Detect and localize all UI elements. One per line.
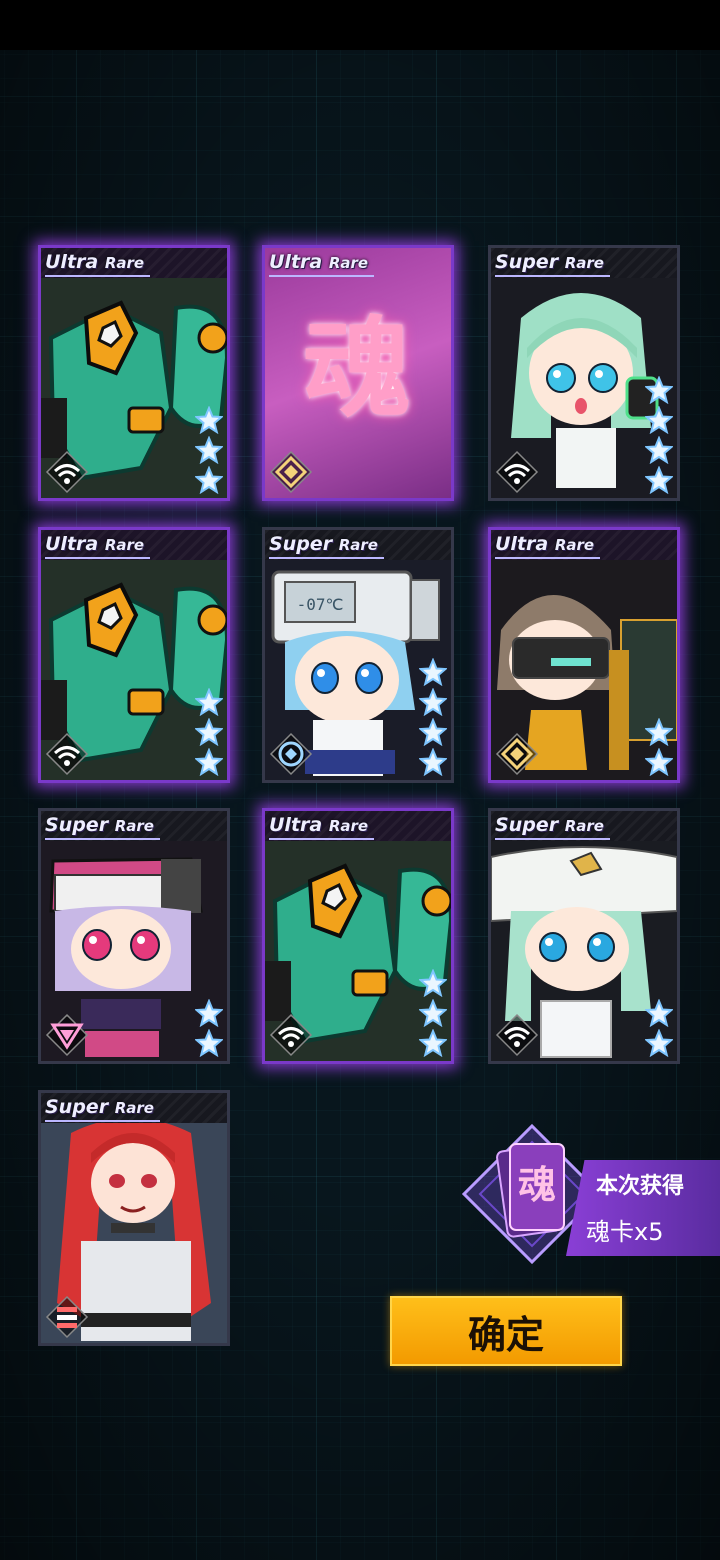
star-icon [195,748,223,776]
rarity-label: Super Rare [269,532,384,559]
star-icon [419,1029,447,1057]
character-card[interactable]: 魂 Ultra Rare [262,245,454,501]
status-bar [0,0,720,50]
star-icon [419,718,447,746]
triangle-icon [45,1013,89,1057]
character-card[interactable]: Ultra Rare [488,527,680,783]
star-rating [195,688,223,776]
character-card[interactable]: -07℃ Super Rare [262,527,454,783]
star-icon [645,406,673,434]
star-rating [645,999,673,1057]
reward-detail: 魂卡x5 [586,1218,664,1246]
star-icon [419,658,447,686]
star-icon [419,969,447,997]
character-card[interactable]: Super Rare [488,808,680,1064]
wifi-icon [45,450,89,494]
rarity-suffix: Rare [328,817,369,835]
rarity-suffix: Rare [564,254,604,272]
wifi-icon [269,1013,313,1057]
rarity-suffix: Rare [114,1099,154,1117]
confirm-button[interactable]: 确定 [390,1296,622,1366]
rarity-suffix: Rare [328,254,369,272]
wifi-icon [45,732,89,776]
rarity-suffix: Rare [564,817,604,835]
flag-icon [45,1295,89,1339]
rarity-word: Ultra [45,251,99,273]
rarity-word: Super [45,1096,109,1118]
reward-title: 本次获得 [596,1174,685,1199]
rarity-suffix: Rare [114,817,154,835]
character-card[interactable]: Super Rare [38,808,230,1064]
rarity-word: Ultra [269,814,323,836]
wifi-icon [495,1013,539,1057]
star-icon [195,999,223,1027]
rarity-word: Super [495,814,559,836]
star-icon [645,436,673,464]
character-card[interactable]: Ultra Rare [38,527,230,783]
rarity-label: Ultra Rare [495,532,601,559]
star-rating [645,718,673,776]
rarity-label: Super Rare [45,813,160,840]
star-icon [645,718,673,746]
rarity-word: Ultra [269,251,323,273]
rarity-word: Ultra [495,533,549,555]
target-icon [269,732,313,776]
star-icon [195,436,223,464]
rarity-suffix: Rare [104,536,145,554]
star-rating [195,999,223,1057]
star-icon [645,466,673,494]
star-icon [419,688,447,716]
character-card[interactable]: Ultra Rare [38,245,230,501]
star-rating [419,969,447,1057]
rarity-label: Super Rare [45,1095,160,1122]
reward-banner: 本次获得 魂卡x5 [566,1160,720,1256]
star-icon [195,406,223,434]
rarity-word: Super [269,533,333,555]
star-icon [645,999,673,1027]
character-card[interactable]: Ultra Rare [262,808,454,1064]
star-rating [419,658,447,776]
rarity-suffix: Rare [338,536,378,554]
rarity-label: Super Rare [495,813,610,840]
rarity-label: Super Rare [495,250,610,277]
diamond-icon [269,450,313,494]
star-icon [645,1029,673,1057]
star-icon [195,1029,223,1057]
character-card[interactable]: Super Rare [488,245,680,501]
soul-badge-char: 魂 [518,1163,556,1207]
rarity-word: Ultra [45,533,99,555]
rarity-label: Ultra Rare [269,813,375,840]
soul-card-char: 魂 [302,307,411,432]
star-icon [195,688,223,716]
star-rating [195,406,223,494]
star-rating [645,376,673,494]
star-icon [645,748,673,776]
rarity-label: Ultra Rare [45,532,151,559]
diamond-icon [495,732,539,776]
star-icon [645,376,673,404]
rarity-label: Ultra Rare [269,250,375,277]
character-card[interactable]: Super Rare [38,1090,230,1346]
rarity-label: Ultra Rare [45,250,151,277]
star-icon [419,999,447,1027]
star-icon [195,466,223,494]
rarity-word: Super [45,814,109,836]
rarity-suffix: Rare [554,536,595,554]
rarity-suffix: Rare [104,254,145,272]
wifi-icon [495,450,539,494]
rarity-word: Super [495,251,559,273]
star-icon [195,718,223,746]
star-icon [419,748,447,776]
fridge-screen-text: -07℃ [297,595,344,614]
